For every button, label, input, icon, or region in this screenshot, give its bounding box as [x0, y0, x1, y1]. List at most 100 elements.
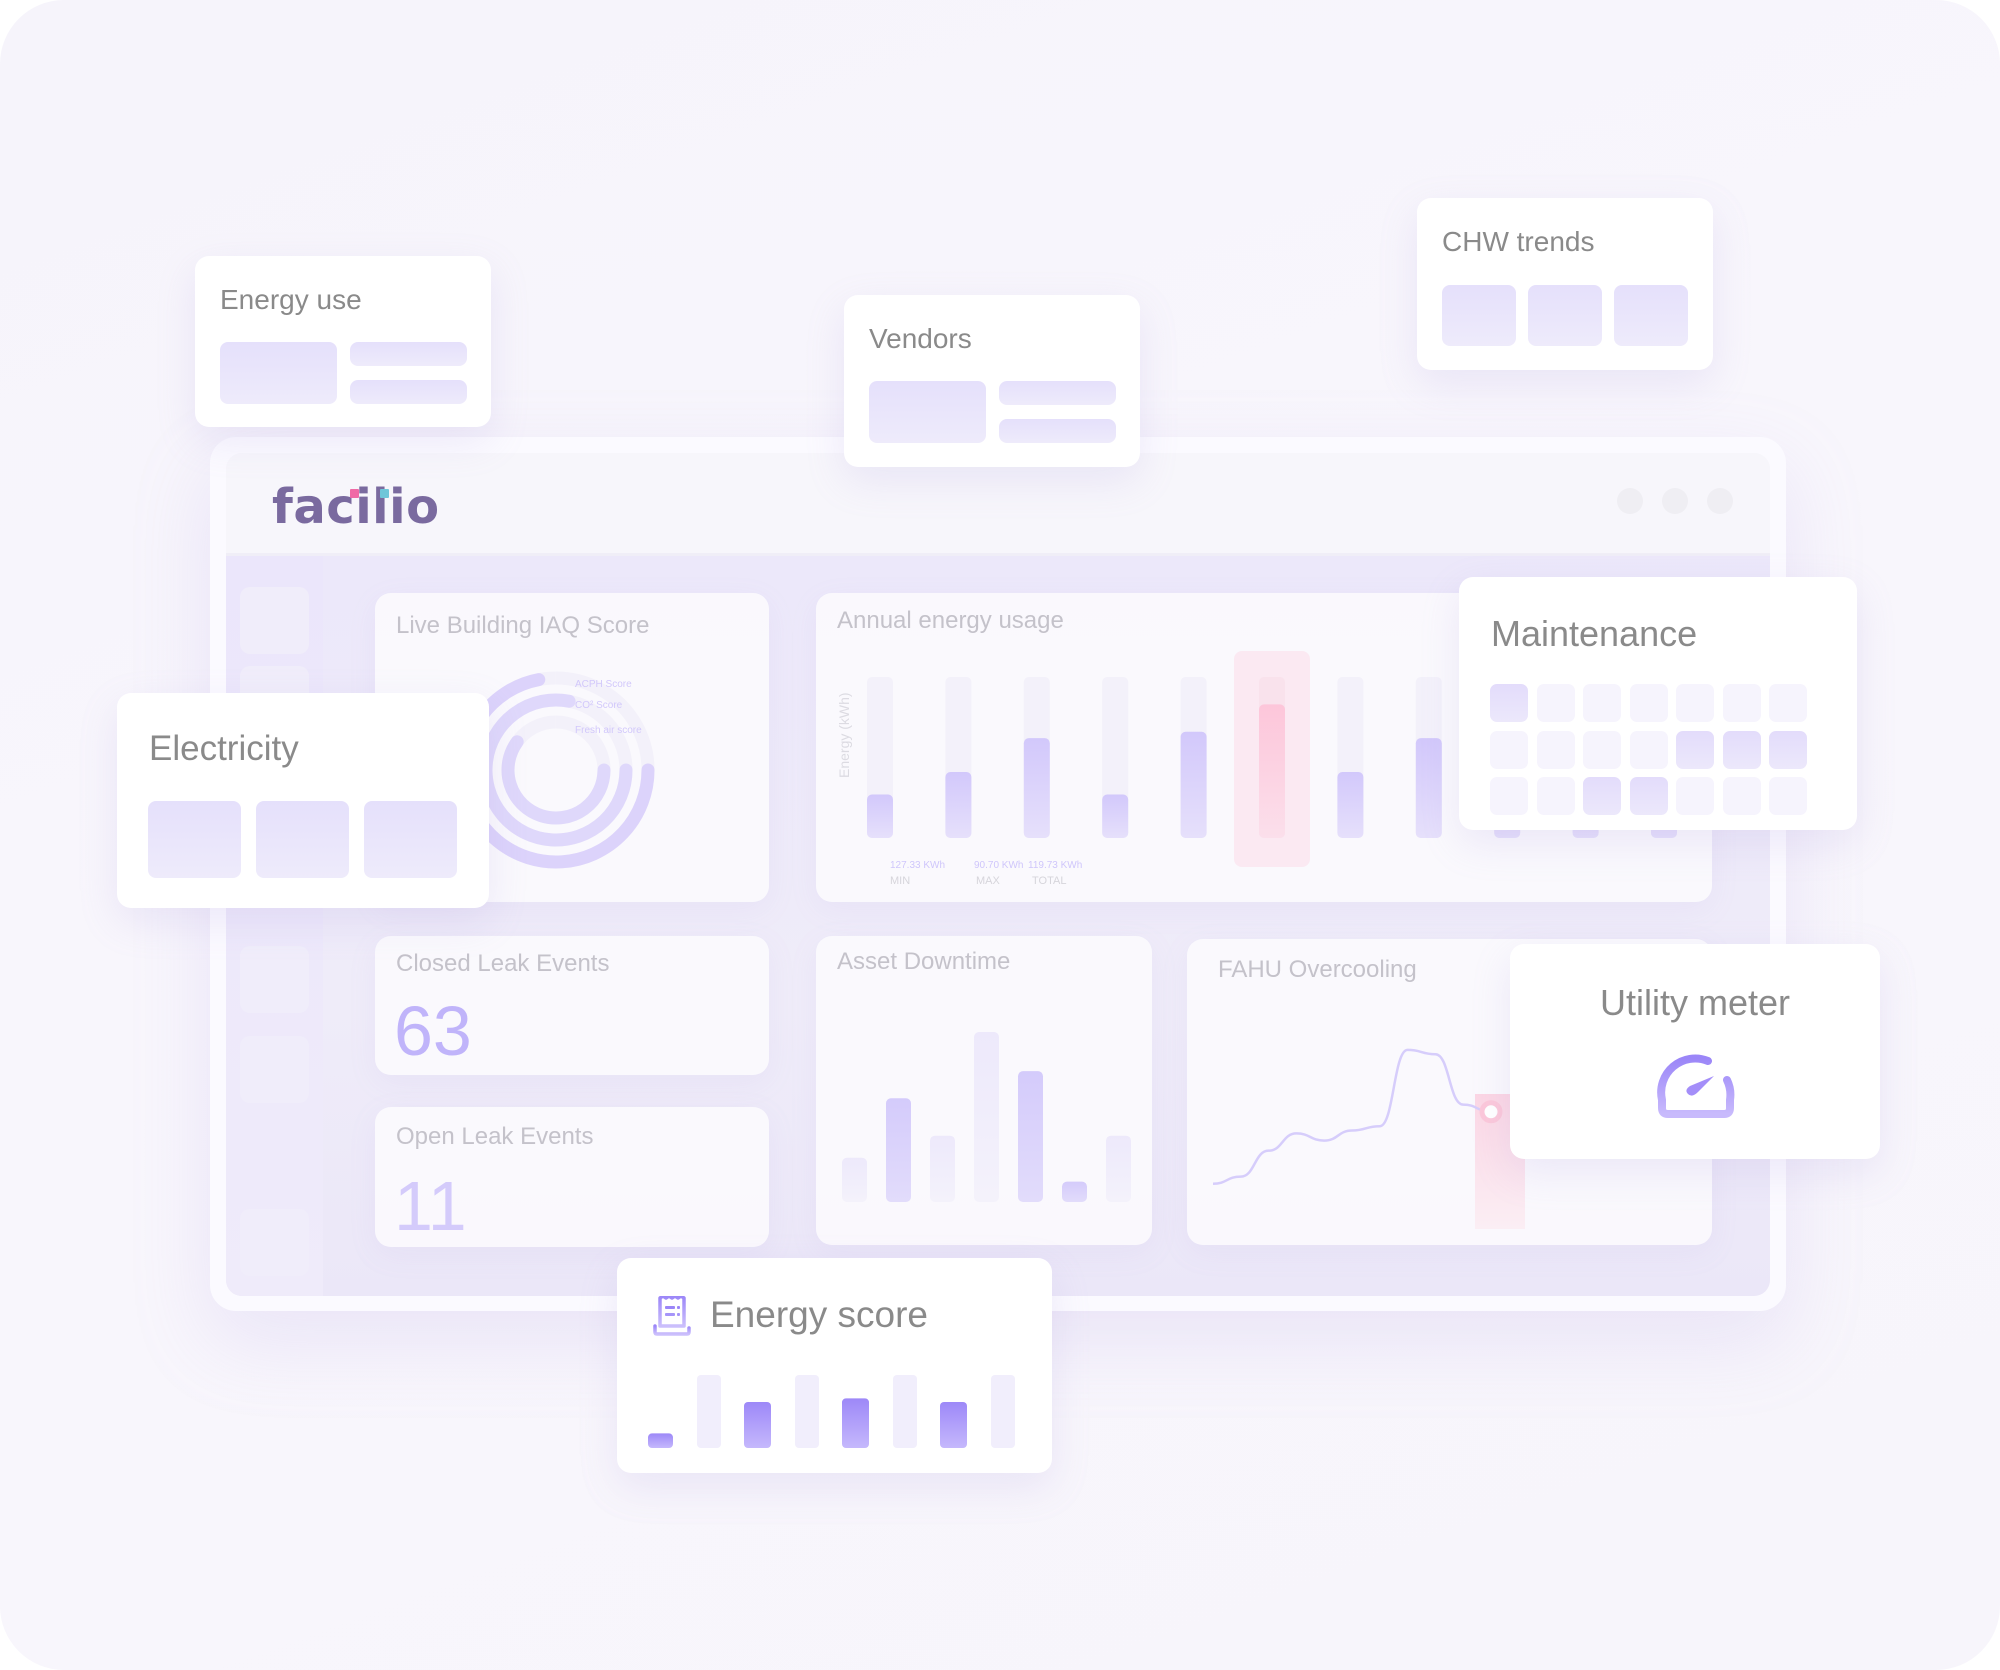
electricity-title: Electricity	[149, 729, 299, 768]
bar-4[interactable]	[1102, 794, 1129, 838]
maintenance-cell[interactable]	[1629, 730, 1668, 769]
bar-1[interactable]	[867, 794, 893, 838]
placeholder-block	[256, 801, 349, 878]
energy-use-card[interactable]: Energy use	[195, 256, 491, 427]
placeholder-block	[220, 342, 337, 404]
placeholder-block	[999, 381, 1116, 405]
facilio-logo[interactable]: facilio	[272, 479, 440, 535]
maintenance-cell[interactable]	[1490, 777, 1528, 815]
placeholder-block	[350, 342, 467, 366]
maintenance-cell[interactable]	[1722, 777, 1761, 815]
placeholder-block	[869, 381, 986, 443]
stat-max-label: MAX	[976, 875, 1000, 887]
stat-max-value: 90.70 KWh	[974, 860, 1024, 871]
asset-downtime-card[interactable]: Asset Downtime	[816, 936, 1152, 1245]
bar-6[interactable]	[1259, 704, 1285, 838]
score-bar-4[interactable]	[795, 1375, 819, 1448]
energy-use-title: Energy use	[220, 284, 362, 315]
maintenance-cell[interactable]	[1583, 777, 1621, 815]
downtime-bar-1[interactable]	[842, 1157, 867, 1202]
open-leak-card[interactable]: Open Leak Events 11	[375, 1107, 769, 1247]
bar-3[interactable]	[1023, 738, 1050, 838]
vendors-title: Vendors	[869, 323, 972, 354]
bar-5[interactable]	[1180, 731, 1207, 838]
score-bar-7[interactable]	[940, 1402, 967, 1448]
logo-dot-teal	[380, 489, 389, 498]
maintenance-cell[interactable]	[1536, 684, 1575, 722]
stat-total-label: TOTAL	[1032, 875, 1067, 887]
utility-meter-title: Utility meter	[1599, 982, 1791, 1023]
energy-score-card[interactable]: Energy score	[617, 1258, 1052, 1473]
electricity-card[interactable]: Electricity	[117, 693, 489, 908]
maintenance-cell[interactable]	[1722, 730, 1761, 769]
vendors-card[interactable]: Vendors	[844, 295, 1140, 467]
fahu-line	[1212, 1048, 1492, 1186]
placeholder-block	[1528, 285, 1602, 346]
utility-meter-card[interactable]: Utility meter	[1510, 944, 1880, 1159]
window-control-dot[interactable]	[1617, 488, 1643, 514]
logo-dot-pink	[350, 489, 359, 498]
downtime-bar-4[interactable]	[974, 1032, 999, 1202]
score-bar-6[interactable]	[893, 1375, 917, 1448]
score-bar-5[interactable]	[842, 1398, 869, 1448]
downtime-bar-3[interactable]	[930, 1135, 955, 1202]
window-control-dot[interactable]	[1662, 488, 1688, 514]
maintenance-cell[interactable]	[1490, 684, 1528, 722]
downtime-bar-6[interactable]	[1062, 1181, 1087, 1202]
maintenance-cell[interactable]	[1676, 777, 1714, 815]
sidebar-item[interactable]	[240, 587, 309, 654]
maintenance-cell[interactable]	[1676, 684, 1714, 722]
score-bar-1[interactable]	[648, 1433, 673, 1448]
placeholder-block	[350, 380, 467, 404]
placeholder-block	[1614, 285, 1688, 346]
downtime-bar-5[interactable]	[1018, 1071, 1043, 1202]
app-header: facilio	[226, 453, 1770, 556]
score-bar-3[interactable]	[744, 1402, 771, 1448]
stat-min-label: MIN	[890, 875, 911, 887]
legend-fresh-air: Fresh air score	[575, 725, 642, 736]
bar-2[interactable]	[945, 771, 972, 838]
maintenance-cell[interactable]	[1676, 730, 1714, 769]
ring-fresh-air-score[interactable]	[501, 735, 611, 825]
sidebar-item[interactable]	[240, 1036, 309, 1103]
placeholder-block	[148, 801, 241, 878]
open-leak-value: 11	[394, 1167, 467, 1245]
closed-leak-title: Closed Leak Events	[396, 950, 610, 977]
score-bar-8[interactable]	[991, 1375, 1015, 1448]
maintenance-card[interactable]: Maintenance	[1459, 577, 1857, 830]
maintenance-cell[interactable]	[1629, 777, 1668, 815]
maintenance-cell[interactable]	[1583, 684, 1621, 722]
closed-leak-card[interactable]: Closed Leak Events 63	[375, 936, 769, 1075]
gauge-icon	[1657, 1054, 1735, 1118]
chw-trends-card[interactable]: CHW trends	[1417, 198, 1713, 370]
maintenance-cell[interactable]	[1629, 684, 1668, 722]
legend-acph: ACPH Score	[575, 679, 632, 690]
open-leak-title: Open Leak Events	[396, 1123, 594, 1150]
asset-downtime-chart	[842, 1032, 1131, 1202]
maintenance-cell[interactable]	[1536, 777, 1575, 815]
bar-7[interactable]	[1337, 771, 1364, 838]
sidebar	[226, 556, 323, 1296]
maintenance-cell[interactable]	[1769, 730, 1807, 769]
highlight-point[interactable]	[1479, 1100, 1503, 1124]
maintenance-cell[interactable]	[1490, 730, 1528, 769]
placeholder-block	[999, 419, 1116, 443]
sidebar-item[interactable]	[240, 1209, 309, 1276]
score-bar-2[interactable]	[697, 1375, 721, 1448]
maintenance-cell[interactable]	[1722, 684, 1761, 722]
sidebar-item[interactable]	[240, 946, 309, 1013]
downtime-bar-2[interactable]	[886, 1098, 911, 1202]
window-control-dot[interactable]	[1707, 488, 1733, 514]
maintenance-title: Maintenance	[1491, 613, 1698, 654]
downtime-bar-7[interactable]	[1106, 1135, 1131, 1202]
stat-total-value: 119.73 KWh	[1028, 860, 1083, 871]
maintenance-cell[interactable]	[1536, 730, 1575, 769]
closed-leak-value: 63	[394, 992, 472, 1070]
maintenance-cell[interactable]	[1583, 730, 1621, 769]
energy-score-chart	[648, 1375, 1015, 1448]
maintenance-cell[interactable]	[1769, 684, 1807, 722]
legend-co2: CO² Score	[575, 700, 623, 711]
bar-8[interactable]	[1415, 738, 1442, 838]
maintenance-cell[interactable]	[1769, 777, 1807, 815]
stat-min-value: 127.33 KWh	[890, 860, 946, 871]
